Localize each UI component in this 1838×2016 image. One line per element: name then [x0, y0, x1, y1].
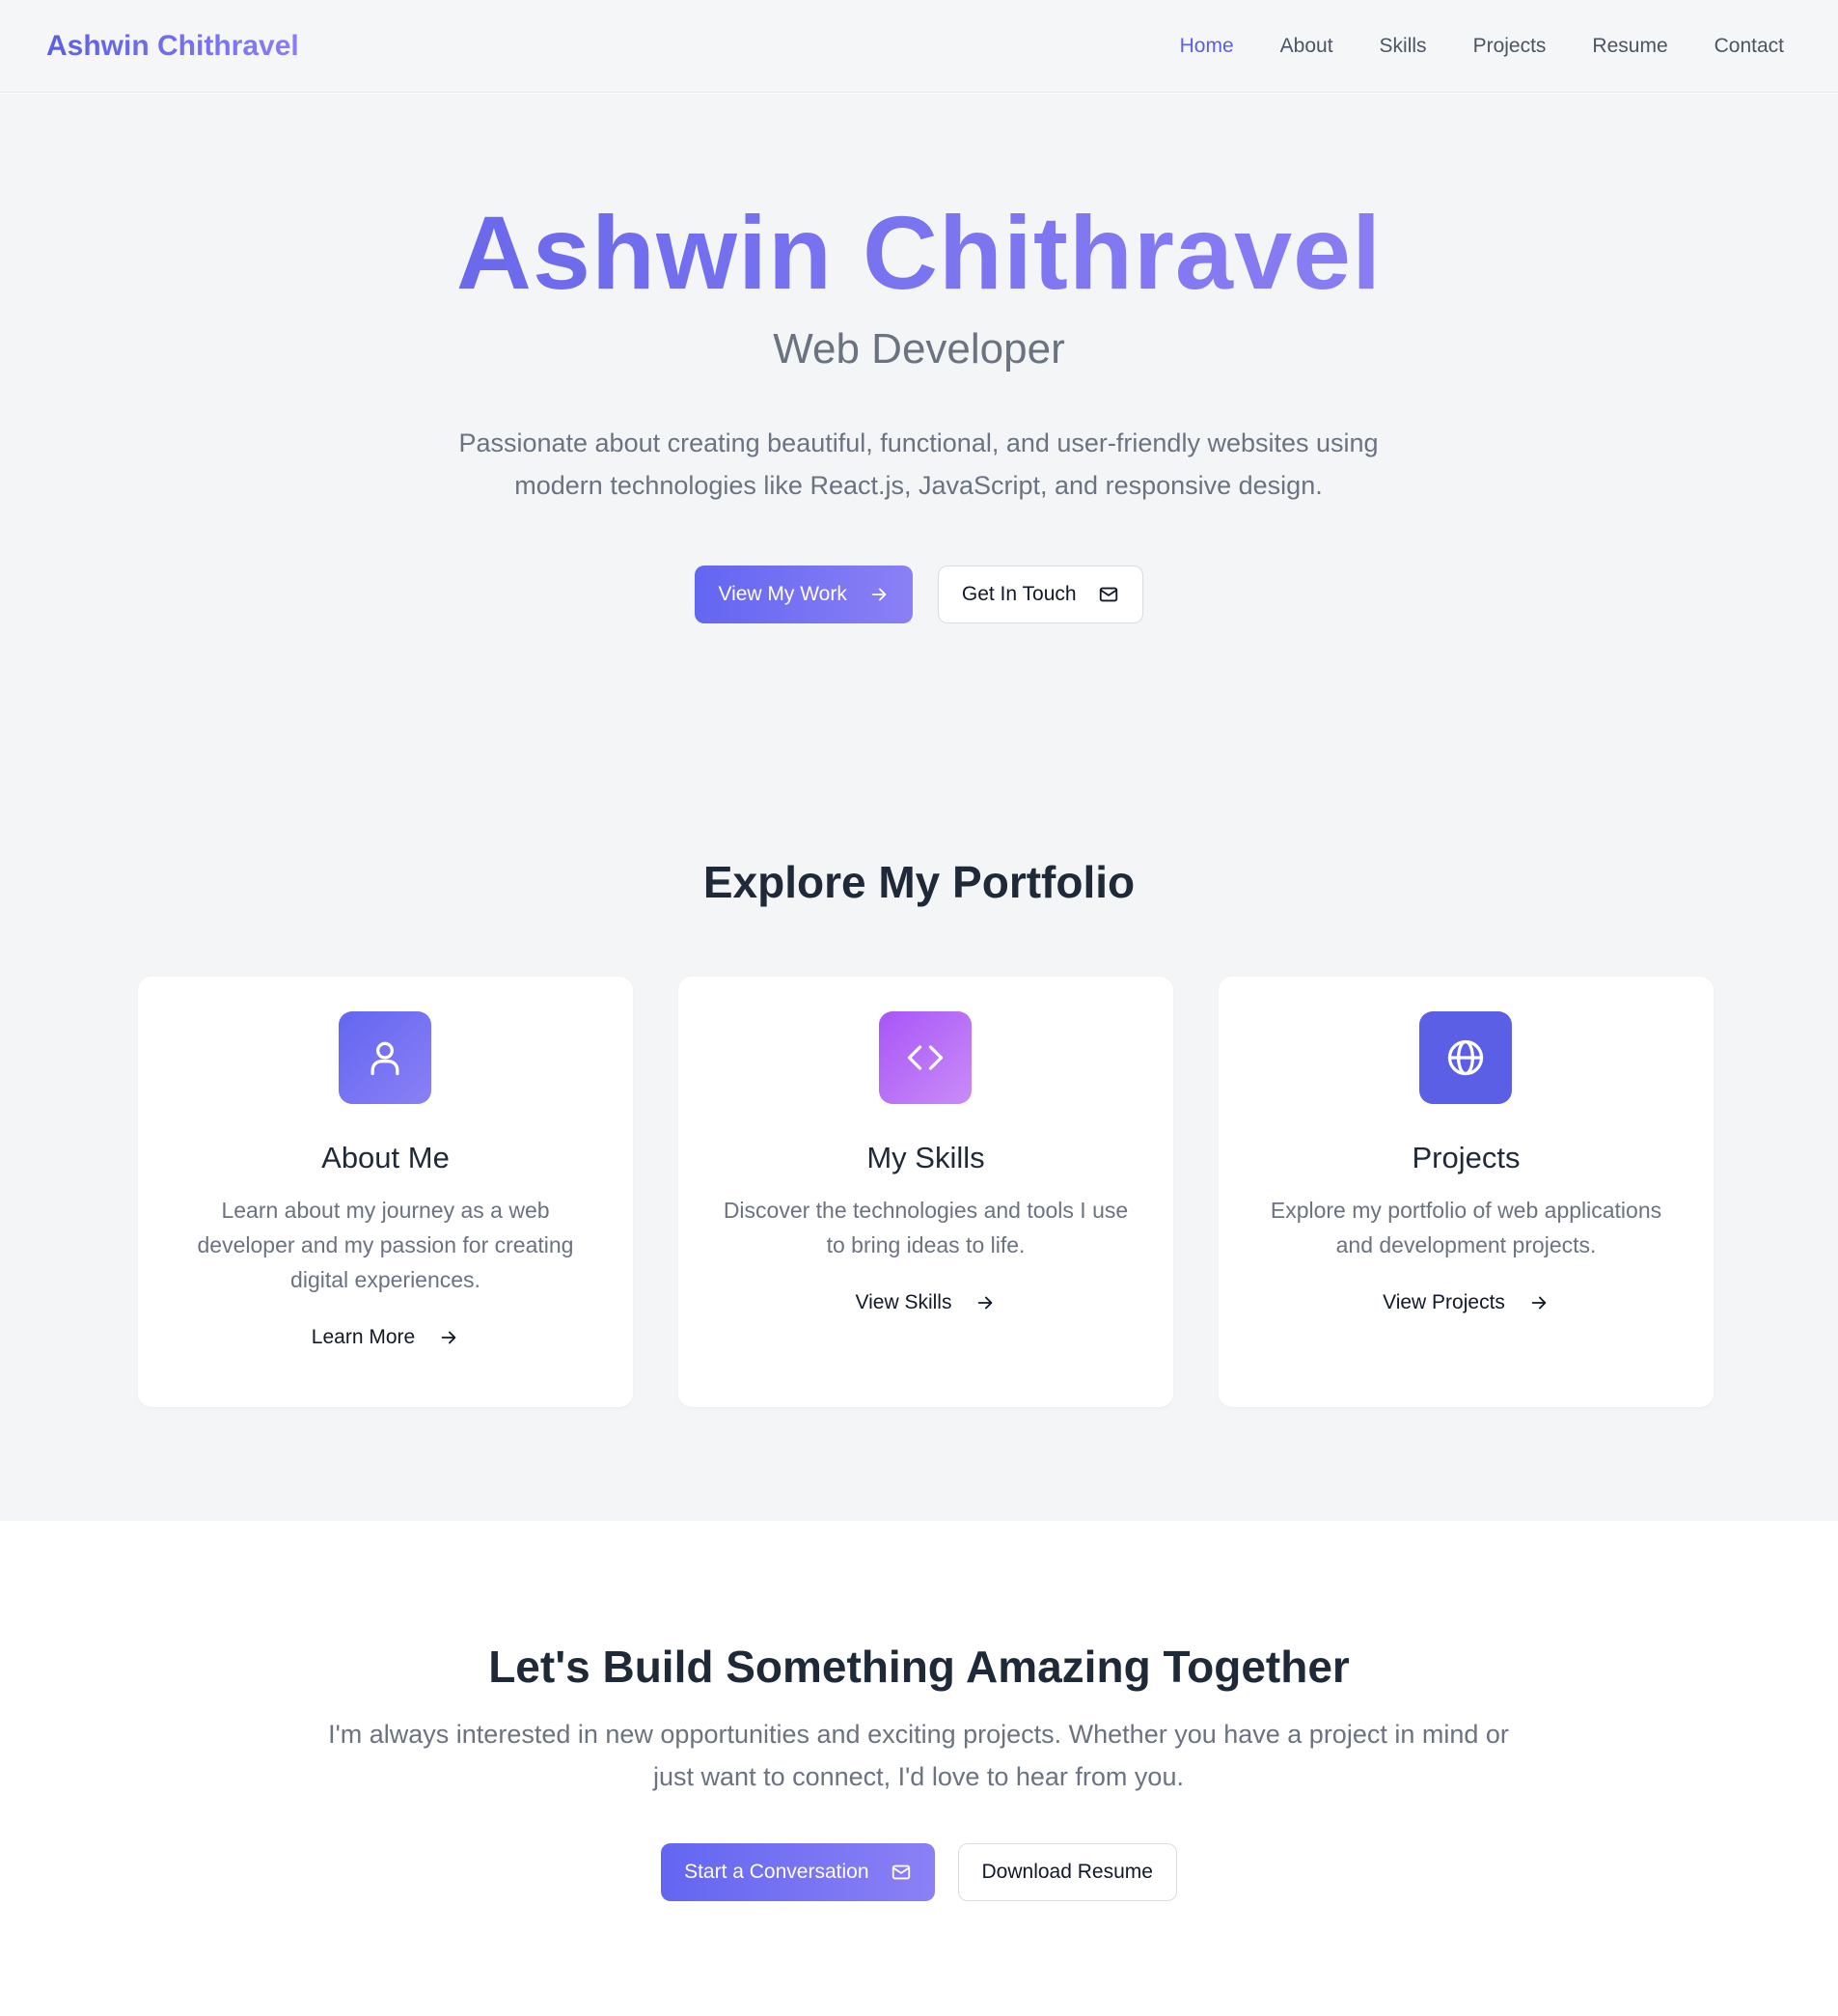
code-icon [879, 1011, 972, 1104]
download-resume-label: Download Resume [981, 1861, 1153, 1883]
get-in-touch-label: Get In Touch [961, 583, 1077, 605]
nav-link-skills[interactable]: Skills [1357, 27, 1450, 66]
brand-logo[interactable]: Ashwin Chithravel [46, 30, 299, 63]
view-my-work-label: View My Work [718, 583, 847, 605]
hero-description: Passionate about creating beautiful, fun… [458, 428, 1379, 500]
hero-actions: View My Work Get In Touch [0, 566, 1838, 623]
card-title: About Me [321, 1141, 450, 1174]
user-icon [339, 1011, 431, 1104]
explore-title: Explore My Portfolio [702, 857, 1136, 907]
card-title: My Skills [866, 1141, 985, 1174]
navbar: Ashwin Chithravel Home About Skills Proj… [0, 0, 1838, 93]
hero-section: Ashwin Chithravel Web Developer Passiona… [0, 94, 1838, 1521]
view-skills-link[interactable]: View Skills [678, 1291, 1173, 1314]
nav-link-contact[interactable]: Contact [1691, 27, 1807, 66]
cta-actions: Start a Conversation Download Resume [0, 1843, 1838, 1901]
view-skills-label: View Skills [855, 1291, 952, 1313]
mail-icon [892, 1864, 910, 1880]
nav-link-projects[interactable]: Projects [1450, 27, 1570, 66]
card-description: Explore my portfolio of web applications… [1270, 1198, 1662, 1257]
card-description: Discover the technologies and tools I us… [723, 1198, 1129, 1257]
nav-link-home[interactable]: Home [1157, 27, 1257, 66]
view-my-work-button[interactable]: View My Work [695, 566, 913, 623]
view-projects-link[interactable]: View Projects [1219, 1291, 1714, 1314]
start-conversation-label: Start a Conversation [684, 1861, 869, 1883]
learn-more-link[interactable]: Learn More [138, 1326, 633, 1349]
get-in-touch-button[interactable]: Get In Touch [937, 566, 1143, 623]
nav-link-about[interactable]: About [1257, 27, 1357, 66]
card-projects: Projects Explore my portfolio of web app… [1219, 977, 1714, 1407]
cta-title: Let's Build Something Amazing Together [488, 1642, 1350, 1692]
arrow-right-icon [441, 1331, 456, 1344]
hero-name: Ashwin Chithravel [0, 190, 1838, 316]
card-about-me: About Me Learn about my journey as a web… [138, 977, 633, 1407]
arrow-right-icon [1531, 1296, 1547, 1310]
hero-role: Web Developer [773, 325, 1065, 373]
arrow-right-icon [978, 1296, 993, 1310]
arrow-right-icon [871, 588, 887, 601]
download-resume-button[interactable]: Download Resume [957, 1843, 1177, 1901]
card-title: Projects [1412, 1141, 1521, 1174]
cta-description: I'm always interested in new opportuniti… [328, 1720, 1509, 1791]
card-my-skills: My Skills Discover the technologies and … [678, 977, 1173, 1407]
view-projects-label: View Projects [1383, 1291, 1505, 1313]
card-description: Learn about my journey as a web develope… [197, 1198, 574, 1292]
mail-icon [1099, 587, 1117, 602]
globe-icon [1419, 1011, 1512, 1104]
start-conversation-button[interactable]: Start a Conversation [661, 1843, 935, 1901]
portfolio-cards: About Me Learn about my journey as a web… [138, 977, 1714, 1407]
learn-more-label: Learn More [311, 1326, 416, 1348]
nav-link-resume[interactable]: Resume [1569, 27, 1690, 66]
nav-links: Home About Skills Projects Resume Contac… [1157, 27, 1807, 66]
